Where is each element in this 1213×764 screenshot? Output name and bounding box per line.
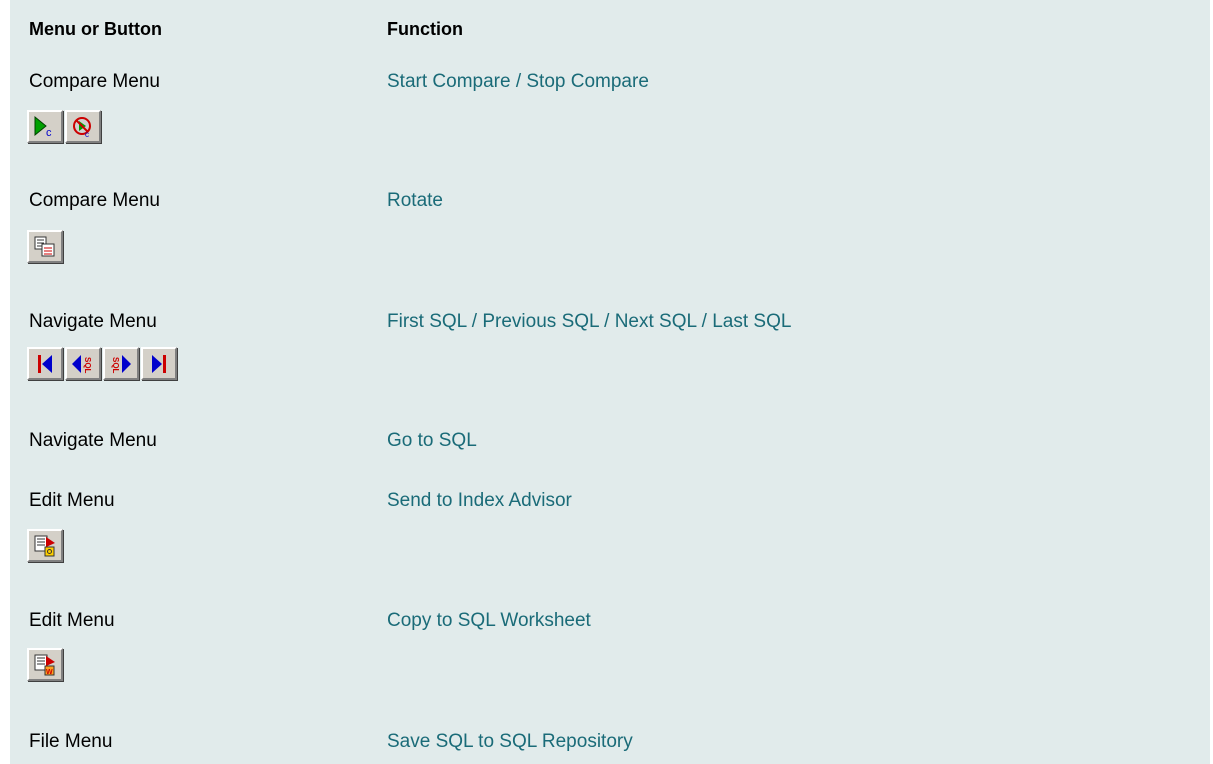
- row-function-link[interactable]: First SQL / Previous SQL / Next SQL / La…: [387, 311, 791, 333]
- button-group: [27, 529, 65, 562]
- menu-button-table: Menu or Button Function Compare Menu Sta…: [10, 0, 1210, 764]
- send-to-index-advisor-icon: [34, 535, 55, 556]
- start-compare-icon: c: [34, 115, 52, 139]
- copy-to-sql-worksheet-button[interactable]: W: [27, 648, 63, 681]
- last-sql-icon: [152, 354, 166, 373]
- row-function-link[interactable]: Go to SQL: [387, 430, 477, 452]
- row-menu-label: Edit Menu: [29, 610, 115, 631]
- button-group: [27, 230, 65, 263]
- button-group: W: [27, 648, 65, 681]
- button-group: c c: [27, 110, 103, 143]
- stop-compare-button[interactable]: c: [65, 110, 101, 143]
- header-function: Function: [387, 19, 463, 39]
- row-function-link[interactable]: Copy to SQL Worksheet: [387, 610, 591, 632]
- previous-sql-button[interactable]: SQL: [65, 347, 101, 380]
- row-menu-label: Edit Menu: [29, 490, 115, 511]
- row-menu-label: File Menu: [29, 731, 113, 752]
- previous-sql-icon: SQL: [72, 354, 92, 374]
- send-to-index-advisor-button[interactable]: [27, 529, 63, 562]
- svg-text:c: c: [85, 130, 89, 139]
- row-menu-label: Compare Menu: [29, 190, 160, 211]
- row-menu-label: Navigate Menu: [29, 311, 157, 332]
- stop-compare-icon: c: [73, 116, 91, 139]
- rotate-button[interactable]: [27, 230, 63, 263]
- row-function-link[interactable]: Send to Index Advisor: [387, 490, 572, 512]
- start-compare-button[interactable]: c: [27, 110, 63, 143]
- next-sql-icon: SQL: [111, 354, 131, 374]
- row-function-link[interactable]: Save SQL to SQL Repository: [387, 731, 633, 753]
- svg-text:SQL: SQL: [83, 357, 92, 374]
- row-function-link[interactable]: Start Compare / Stop Compare: [387, 71, 649, 93]
- svg-text:c: c: [46, 127, 52, 139]
- copy-to-sql-worksheet-icon: W: [34, 654, 55, 676]
- row-menu-label: Compare Menu: [29, 71, 160, 92]
- svg-text:SQL: SQL: [111, 357, 120, 374]
- rotate-icon: [34, 236, 55, 256]
- last-sql-button[interactable]: [141, 347, 177, 380]
- button-group: SQL SQL: [27, 347, 179, 380]
- first-sql-button[interactable]: [27, 347, 63, 380]
- next-sql-button[interactable]: SQL: [103, 347, 139, 380]
- row-menu-label: Navigate Menu: [29, 430, 157, 451]
- first-sql-icon: [38, 354, 52, 373]
- row-function-link[interactable]: Rotate: [387, 190, 443, 212]
- svg-text:W: W: [46, 669, 53, 676]
- header-menu-or-button: Menu or Button: [29, 19, 162, 39]
